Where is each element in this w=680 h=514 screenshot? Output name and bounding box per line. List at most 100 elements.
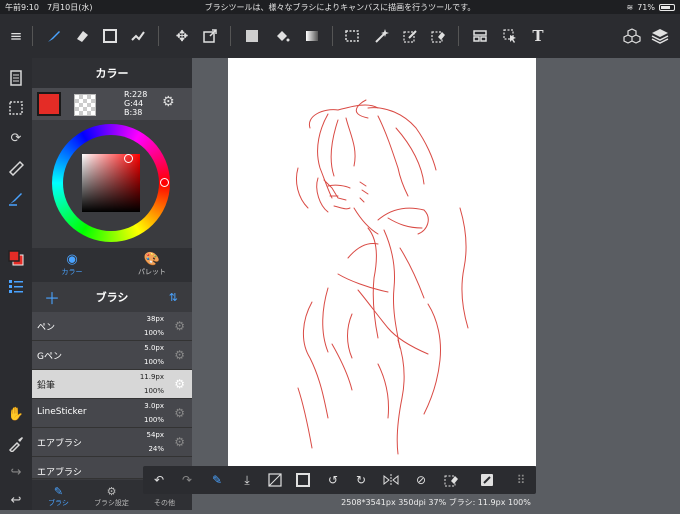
brush-panel-header: ＋ ブラシ ⇅ <box>32 282 192 312</box>
tab-brush-settings-label: ブラシ設定 <box>94 499 129 507</box>
separator <box>230 26 231 46</box>
color-wheel-area <box>32 120 192 248</box>
transparent-swatch[interactable] <box>74 94 96 116</box>
side-panel: カラー R:228 G:44 B:38 ⚙ ◉ カラー 🎨 パレット ＋ ブラシ… <box>32 58 192 510</box>
square-icon[interactable] <box>96 14 124 58</box>
tab-brush-settings[interactable]: ⚙ ブラシ設定 <box>85 480 138 510</box>
brush-name: エアブラシ <box>37 439 82 449</box>
separator <box>458 26 459 46</box>
status-title: ブラシツールは、様々なブラシによりキャンバスに描画を行うツールです。 <box>204 2 476 12</box>
color-circle-icon: ◉ <box>66 252 78 267</box>
brush-settings-gear-icon[interactable]: ⚙ <box>174 435 185 449</box>
brush-name: ペン <box>37 323 56 333</box>
rotate-left-icon[interactable]: ↺ <box>321 466 345 494</box>
sv-picker[interactable] <box>124 154 133 163</box>
brush-tab-icon: ✎ <box>53 485 64 498</box>
grip-icon[interactable]: ⠿ <box>509 466 533 494</box>
brush-opacity: 100% <box>143 387 164 395</box>
tab-color[interactable]: ◉ カラー <box>32 248 112 282</box>
layer-icon[interactable] <box>646 14 674 58</box>
hand-icon[interactable]: ✋ <box>2 400 30 428</box>
menu-icon[interactable]: ≡ <box>2 14 30 58</box>
clear-layer-icon[interactable] <box>263 466 287 494</box>
battery-icon <box>659 3 675 11</box>
saturation-value-square[interactable] <box>82 154 140 212</box>
tab-other-label: その他 <box>154 499 175 507</box>
save-download-icon[interactable]: ⤓ <box>235 466 259 494</box>
tab-palette[interactable]: 🎨 パレット <box>112 248 192 282</box>
material-icon[interactable] <box>618 14 646 58</box>
rgb-g: G:44 <box>124 99 144 108</box>
no-snap-icon[interactable]: ⊘ <box>409 466 433 494</box>
transform-icon[interactable] <box>196 14 224 58</box>
wifi-icon: ≋ <box>626 2 634 12</box>
edit-square-icon[interactable] <box>475 466 499 494</box>
brush-settings-gear-icon[interactable]: ⚙ <box>174 319 185 333</box>
brush-name: Gペン <box>37 352 62 362</box>
rotate-icon[interactable]: ⟳ <box>2 124 30 152</box>
palette-icon: 🎨 <box>143 252 161 267</box>
snap-icon[interactable] <box>2 184 30 212</box>
separator <box>332 26 333 46</box>
brush-name: LineSticker <box>37 407 87 417</box>
fill-color-icon[interactable] <box>238 14 266 58</box>
list-icon[interactable] <box>2 272 30 300</box>
color-panel-title: カラー <box>32 58 192 88</box>
brush-name: エアブラシ <box>37 468 82 478</box>
redo-icon[interactable]: ↪ <box>2 458 30 486</box>
eyedropper-icon[interactable] <box>2 430 30 458</box>
frame-icon[interactable] <box>466 14 494 58</box>
brush-transform-icon[interactable]: ✎ <box>205 466 229 494</box>
rotate-right-icon[interactable]: ↻ <box>349 466 373 494</box>
brush-opacity: 100% <box>143 416 164 424</box>
select-pen-icon[interactable] <box>396 14 424 58</box>
brush-name: 鉛筆 <box>37 381 56 391</box>
current-color-swatch[interactable] <box>37 92 61 116</box>
color-swatch-icon[interactable] <box>2 244 30 272</box>
bucket-icon[interactable] <box>268 14 296 58</box>
brush-opacity: 24% <box>148 445 164 453</box>
brush-settings-tab-icon: ⚙ <box>106 485 117 498</box>
page-icon[interactable] <box>2 64 30 92</box>
eraser-icon[interactable] <box>68 14 96 58</box>
select-clear-icon[interactable] <box>439 466 463 494</box>
color-mode-tabs: ◉ カラー 🎨 パレット <box>32 248 192 282</box>
color-settings-gear-icon[interactable]: ⚙ <box>162 94 175 110</box>
flip-horizontal-icon[interactable] <box>379 466 403 494</box>
brush-settings-gear-icon[interactable]: ⚙ <box>174 377 185 391</box>
select-eraser-icon[interactable] <box>424 14 452 58</box>
redo-icon[interactable]: ↷ <box>175 466 199 494</box>
brush-panel-title: ブラシ <box>95 291 129 304</box>
sort-icon[interactable]: ⇅ <box>169 291 178 304</box>
brush-opacity: 100% <box>143 329 164 337</box>
select-rect-icon[interactable] <box>338 14 366 58</box>
hue-picker[interactable] <box>160 178 169 187</box>
frame-border-icon[interactable] <box>291 466 315 494</box>
tab-brush[interactable]: ✎ ブラシ <box>32 480 85 510</box>
brush-row[interactable]: エアブラシ 54px 24% ⚙ <box>32 428 192 457</box>
brush-row[interactable]: ペン 38px 100% ⚙ <box>32 312 192 341</box>
dot-icon[interactable] <box>124 14 152 58</box>
text-icon[interactable]: T <box>524 14 552 58</box>
drawing-canvas[interactable] <box>228 58 536 466</box>
move-icon[interactable]: ✥ <box>168 14 196 58</box>
brush-row[interactable]: Gペン 5.0px 100% ⚙ <box>32 341 192 370</box>
pointer-icon[interactable] <box>496 14 524 58</box>
battery-fill <box>661 5 670 9</box>
brush-settings-gear-icon[interactable]: ⚙ <box>174 406 185 420</box>
brush-opacity: 100% <box>143 358 164 366</box>
brush-icon[interactable] <box>40 14 68 58</box>
magic-wand-icon[interactable] <box>368 14 396 58</box>
gradient-icon[interactable] <box>298 14 326 58</box>
ruler-icon[interactable] <box>2 154 30 182</box>
brush-settings-gear-icon[interactable]: ⚙ <box>174 348 185 362</box>
selection-icon[interactable] <box>2 94 30 122</box>
add-brush-button[interactable]: ＋ <box>44 285 60 309</box>
brush-row-selected[interactable]: 鉛筆 11.9px 100% ⚙ <box>32 370 192 399</box>
brush-row[interactable]: LineSticker 3.0px 100% ⚙ <box>32 399 192 428</box>
tab-color-label: カラー <box>61 268 83 276</box>
separator <box>158 26 159 46</box>
undo-icon[interactable]: ↶ <box>147 466 171 494</box>
separator <box>32 26 33 46</box>
brush-list: ペン 38px 100% ⚙ Gペン 5.0px 100% ⚙ 鉛筆 11.9p… <box>32 312 192 479</box>
